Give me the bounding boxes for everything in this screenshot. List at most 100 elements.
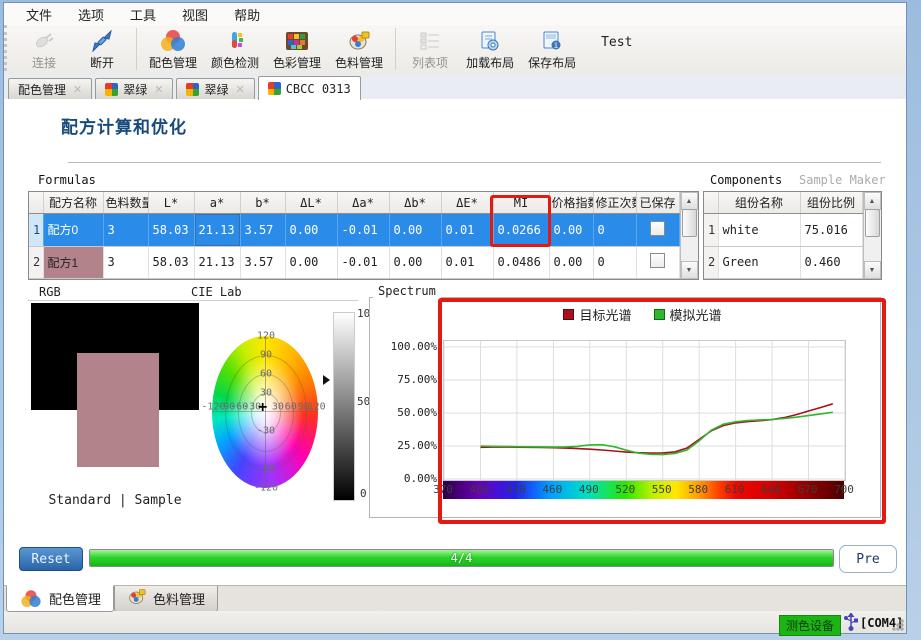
close-icon[interactable]: ✕: [73, 83, 82, 96]
db-cell[interactable]: 0.00: [389, 246, 441, 278]
dE-cell[interactable]: 0.01: [441, 214, 493, 246]
resize-grip[interactable]: [892, 619, 904, 631]
menu-view[interactable]: 视图: [170, 3, 220, 26]
col-header-corrections[interactable]: 修正次数: [593, 192, 636, 214]
formula-row-2[interactable]: 2 配方1 3 58.03 21.13 3.57 0.00 -0.01 0.00…: [29, 246, 679, 278]
color-matching-button[interactable]: 配色管理: [142, 27, 204, 75]
col-header-MI[interactable]: MI: [493, 192, 549, 214]
corner-header: [704, 192, 718, 214]
lightness-slider[interactable]: [333, 312, 355, 501]
component-ratio-cell[interactable]: 75.016: [800, 214, 862, 246]
close-icon[interactable]: ✕: [154, 83, 163, 96]
count-cell[interactable]: 3: [103, 246, 148, 278]
col-header-a[interactable]: a*: [194, 192, 240, 214]
spectrum-panel-tab[interactable]: Spectrum: [373, 284, 441, 298]
saved-checkbox[interactable]: [650, 253, 665, 268]
b-cell[interactable]: 3.57: [240, 246, 285, 278]
color-position-crosshair[interactable]: +: [258, 399, 267, 417]
rgb-panel-tab[interactable]: RGB: [34, 285, 66, 299]
col-header-da[interactable]: Δa*: [337, 192, 389, 214]
menu-file[interactable]: 文件: [14, 3, 64, 26]
corrections-cell[interactable]: 0: [593, 246, 636, 278]
scroll-up-icon[interactable]: ▲: [864, 192, 881, 210]
formula-name-cell[interactable]: 配方1: [43, 246, 103, 278]
disconnect-label: 断开: [90, 54, 114, 71]
dL-cell[interactable]: 0.00: [285, 214, 337, 246]
col-header-price[interactable]: 价格指数: [549, 192, 593, 214]
L-cell[interactable]: 58.03: [148, 214, 194, 246]
scroll-up-icon[interactable]: ▲: [681, 192, 698, 210]
scroll-down-icon[interactable]: ▼: [864, 261, 881, 279]
pre-button[interactable]: Pre: [839, 545, 897, 573]
tab-label: 翠绿: [204, 81, 228, 98]
disconnect-button[interactable]: 断开: [73, 27, 131, 75]
dE-cell[interactable]: 0.01: [441, 246, 493, 278]
component-row-2[interactable]: 2 Green 0.460: [704, 246, 862, 278]
reset-button[interactable]: Reset: [19, 547, 83, 571]
save-layout-button[interactable]: i 保存布局: [521, 27, 583, 75]
menu-options[interactable]: 选项: [66, 3, 116, 26]
color-palette-button[interactable]: 色彩管理: [266, 27, 328, 75]
col-header-count[interactable]: 色料数量: [103, 192, 148, 214]
price-cell[interactable]: 0.00: [549, 214, 593, 246]
col-header-b[interactable]: b*: [240, 192, 285, 214]
menu-tools[interactable]: 工具: [118, 3, 168, 26]
b-tick-label: -30: [257, 425, 275, 436]
tab-label: CBCC 0313: [286, 82, 351, 96]
formulas-scrollbar[interactable]: ▲ ▼: [680, 192, 698, 279]
dL-cell[interactable]: 0.00: [285, 246, 337, 278]
close-icon[interactable]: ✕: [235, 83, 244, 96]
b-cell[interactable]: 3.57: [240, 214, 285, 246]
a-cell[interactable]: 21.13: [194, 246, 240, 278]
price-cell[interactable]: 0.00: [549, 246, 593, 278]
color-matching-icon: [21, 590, 40, 608]
puzzle-icon: [186, 83, 199, 96]
test-label: Test: [601, 35, 632, 50]
components-tab[interactable]: Components: [705, 173, 787, 187]
bottom-tab-pigment-management[interactable]: 色料管理: [114, 586, 218, 612]
MI-cell[interactable]: 0.0486: [493, 246, 549, 278]
count-cell[interactable]: 3: [103, 214, 148, 246]
y-tick-label: 100.00%: [363, 340, 437, 353]
component-ratio-cell[interactable]: 0.460: [800, 246, 862, 278]
scroll-thumb[interactable]: [865, 209, 880, 237]
col-header-db[interactable]: Δb*: [389, 192, 441, 214]
corrections-cell[interactable]: 0: [593, 214, 636, 246]
col-header-name[interactable]: 配方名称: [43, 192, 103, 214]
MI-cell[interactable]: 0.0266: [493, 214, 549, 246]
x-tick-label: 670: [798, 483, 818, 496]
tab-color-matching[interactable]: 配色管理 ✕: [8, 78, 92, 99]
db-cell[interactable]: 0.00: [389, 214, 441, 246]
da-cell[interactable]: -0.01: [337, 214, 389, 246]
menu-help[interactable]: 帮助: [222, 3, 272, 26]
a-cell[interactable]: 21.13: [194, 214, 240, 246]
formula-name-cell[interactable]: 配方0: [43, 214, 103, 246]
pigment-bucket-button[interactable]: 色料管理: [328, 27, 390, 75]
tab-emerald-1[interactable]: 翠绿 ✕: [95, 78, 173, 99]
tab-cbcc-0313[interactable]: CBCC 0313: [258, 76, 361, 100]
component-row-1[interactable]: 1 white 75.016: [704, 214, 862, 246]
col-header-dL[interactable]: ΔL*: [285, 192, 337, 214]
col-header-component-name[interactable]: 组份名称: [718, 192, 800, 214]
lightness-marker-icon[interactable]: [323, 375, 330, 385]
col-header-saved[interactable]: 已保存: [636, 192, 679, 214]
sample-maker-tab[interactable]: Sample Maker: [794, 173, 891, 187]
scroll-down-icon[interactable]: ▼: [681, 261, 698, 279]
load-layout-button[interactable]: 加载布局: [459, 27, 521, 75]
tab-emerald-2[interactable]: 翠绿 ✕: [176, 78, 254, 99]
col-header-L[interactable]: L*: [148, 192, 194, 214]
col-header-component-ratio[interactable]: 组份比例: [800, 192, 862, 214]
component-name-cell[interactable]: Green: [718, 246, 800, 278]
scroll-thumb[interactable]: [682, 209, 697, 237]
disconnect-icon: [89, 29, 115, 53]
L-cell[interactable]: 58.03: [148, 246, 194, 278]
components-scrollbar[interactable]: ▲ ▼: [863, 192, 881, 279]
cielab-panel-tab[interactable]: CIE Lab: [186, 285, 247, 299]
saved-checkbox[interactable]: [650, 221, 665, 236]
formula-row-1[interactable]: 1 配方0 3 58.03 21.13 3.57 0.00 -0.01 0.00…: [29, 214, 679, 246]
col-header-dE[interactable]: ΔE*: [441, 192, 493, 214]
color-detect-button[interactable]: 颜色检测: [204, 27, 266, 75]
bottom-tab-color-matching[interactable]: 配色管理: [6, 585, 114, 612]
da-cell[interactable]: -0.01: [337, 246, 389, 278]
component-name-cell[interactable]: white: [718, 214, 800, 246]
